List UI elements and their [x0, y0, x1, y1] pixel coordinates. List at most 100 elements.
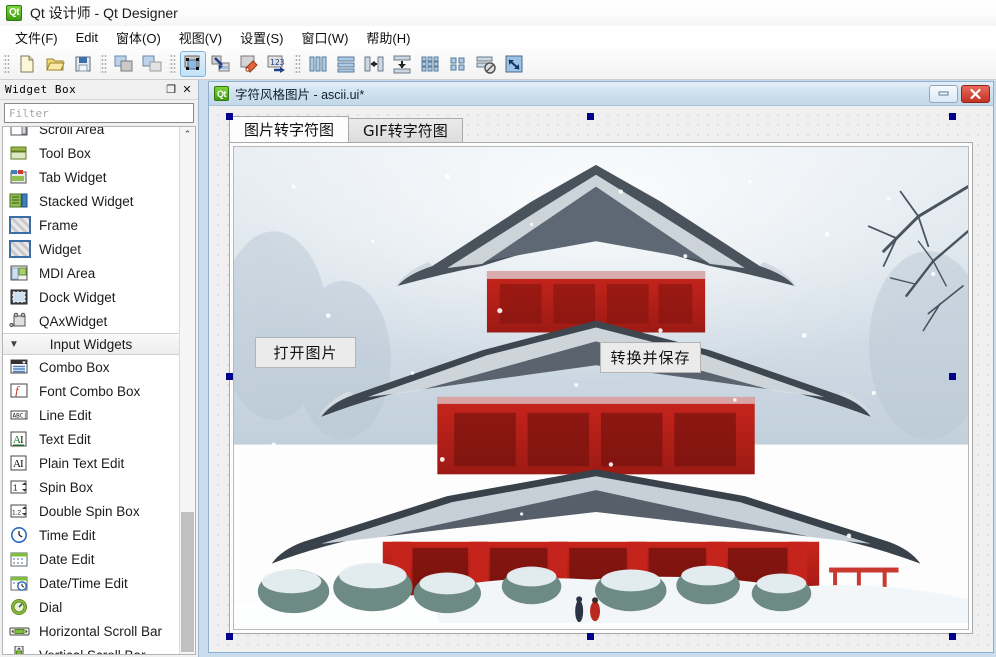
cascade-windows-icon[interactable]	[111, 51, 137, 77]
scrollbar-thumb[interactable]	[181, 512, 194, 652]
menu-settings[interactable]: 设置(S)	[231, 26, 292, 49]
save-file-icon[interactable]	[70, 51, 96, 77]
widget-item-combo-box[interactable]: Combo Box	[3, 355, 179, 379]
widget-item-label: Tab Widget	[39, 169, 107, 185]
widget-item-text-edit[interactable]: A I Text Edit	[3, 427, 179, 451]
open-image-button[interactable]: 打开图片	[255, 337, 356, 368]
widget-item-dial[interactable]: Dial	[3, 595, 179, 619]
widget-item-plain-text-edit[interactable]: A I Plain Text Edit	[3, 451, 179, 475]
widget-item-date-edit[interactable]: Date Edit	[3, 547, 179, 571]
widget-item-scroll-area[interactable]: Scroll Area	[3, 127, 179, 141]
widget-item-stacked-widget[interactable]: Stacked Widget	[3, 189, 179, 213]
convert-and-save-button[interactable]: 转换并保存	[600, 342, 701, 373]
dial-icon	[9, 598, 31, 616]
widget-item-mdi-area[interactable]: MDI Area	[3, 261, 179, 285]
widget-item-vertical-scroll-bar[interactable]: Vertical Scroll Bar	[3, 643, 179, 654]
layout-vertically-icon[interactable]	[333, 51, 359, 77]
text-edit-icon: A I	[9, 430, 31, 448]
menu-edit[interactable]: Edit	[67, 28, 107, 47]
widget-item-horizontal-scroll-bar[interactable]: Horizontal Scroll Bar	[3, 619, 179, 643]
tab-gif-to-ascii[interactable]: GIF转字符图	[348, 118, 463, 142]
plain-text-edit-icon: A I	[9, 454, 31, 472]
toolbar-grip-2[interactable]	[100, 52, 107, 75]
edit-widgets-icon[interactable]	[180, 50, 206, 77]
selection-handle-top-left[interactable]	[226, 113, 233, 120]
widget-item-tool-box[interactable]: Tool Box	[3, 141, 179, 165]
menu-window[interactable]: 窗口(W)	[292, 26, 357, 49]
break-layout-icon[interactable]	[473, 51, 499, 77]
double-spin-box-icon: 1.2	[9, 502, 31, 520]
layout-splitter-horizontal-icon[interactable]	[361, 51, 387, 77]
widget-box-filter-wrap	[0, 100, 198, 126]
tile-windows-icon[interactable]	[139, 51, 165, 77]
tab-image-to-ascii[interactable]: 图片转字符图	[229, 116, 350, 142]
image-preview-label[interactable]: 打开图片 转换并保存	[233, 146, 969, 630]
layout-grid-icon[interactable]	[417, 51, 443, 77]
widget-item-double-spin-box[interactable]: 1.2 Double Spin Box	[3, 499, 179, 523]
svg-text:I: I	[20, 458, 24, 470]
selection-handle-bottom-right[interactable]	[949, 633, 956, 640]
edit-buddies-icon[interactable]	[236, 51, 262, 77]
widget-item-tab-widget[interactable]: Tab Widget	[3, 165, 179, 189]
widget-list[interactable]: Scroll Area Tool Box Tab Widget Stacked …	[2, 126, 196, 655]
undock-icon[interactable]: ❐	[164, 83, 178, 97]
selection-handle-bottom-center[interactable]	[587, 633, 594, 640]
spin-box-icon: 1	[9, 478, 31, 496]
filter-input[interactable]	[4, 103, 194, 123]
menu-file[interactable]: 文件(F)	[6, 26, 67, 49]
open-file-icon[interactable]	[42, 51, 68, 77]
widget-item-label: Double Spin Box	[39, 503, 140, 519]
frame-icon	[9, 216, 31, 234]
widget-section-input-widgets[interactable]: ▼ Input Widgets	[3, 333, 179, 355]
layout-form-icon[interactable]	[445, 51, 471, 77]
adjust-size-icon[interactable]	[501, 51, 527, 77]
widget-item-label: Font Combo Box	[39, 383, 141, 399]
widget-item-line-edit[interactable]: ABC| Line Edit	[3, 403, 179, 427]
form-canvas[interactable]: 图片转字符图 GIF转字符图 打开图片 转换并保存	[209, 106, 993, 652]
dock-widget-icon	[9, 288, 31, 306]
widget-list-scrollbar[interactable]: ⌃	[179, 127, 195, 654]
svg-text:I: I	[20, 434, 24, 446]
menu-view[interactable]: 视图(V)	[170, 26, 231, 49]
toolbar-grip[interactable]	[3, 52, 10, 75]
widget-item-font-combo-box[interactable]: f Font Combo Box	[3, 379, 179, 403]
svg-text:ABC|: ABC|	[13, 413, 27, 420]
widget-item-spin-box[interactable]: 1 Spin Box	[3, 475, 179, 499]
menu-form[interactable]: 窗体(O)	[107, 26, 170, 49]
widget-item-dock-widget[interactable]: Dock Widget	[3, 285, 179, 309]
new-file-icon[interactable]	[14, 51, 40, 77]
qt-logo-icon: Qt	[214, 86, 229, 101]
selection-handle-top-center[interactable]	[587, 113, 594, 120]
scroll-up-icon[interactable]: ⌃	[180, 127, 195, 142]
workspace: Widget Box ❐ ✕ Filter Scroll Area Tool B…	[0, 80, 996, 657]
tab-pane-image-to-ascii: 打开图片 转换并保存	[229, 142, 973, 634]
tab-widget-icon	[9, 168, 31, 186]
form-window-titlebar[interactable]: Qt 字符风格图片 - ascii.ui*	[209, 82, 993, 106]
layout-horizontally-icon[interactable]	[305, 51, 331, 77]
qt-logo-icon: Qt	[6, 5, 22, 21]
selection-handle-middle-left[interactable]	[226, 373, 233, 380]
tool-box-icon	[9, 144, 31, 162]
widget-item-date-time-edit[interactable]: Date/Time Edit	[3, 571, 179, 595]
widget-item-label: Combo Box	[39, 359, 110, 375]
edit-tab-order-icon[interactable]: 123	[264, 51, 290, 77]
toolbar-grip-4[interactable]	[294, 52, 301, 75]
selection-handle-bottom-left[interactable]	[226, 633, 233, 640]
close-icon[interactable]: ✕	[180, 83, 194, 97]
widget-item-time-edit[interactable]: Time Edit	[3, 523, 179, 547]
selection-handle-middle-right[interactable]	[949, 373, 956, 380]
widget-item-qaxwidget[interactable]: QAxWidget	[3, 309, 179, 333]
selection-handle-top-right[interactable]	[949, 113, 956, 120]
widget-item-widget[interactable]: Widget	[3, 237, 179, 261]
toolbar-grip-3[interactable]	[169, 52, 176, 75]
edit-signals-slots-icon[interactable]	[208, 51, 234, 77]
tab-widget[interactable]: 图片转字符图 GIF转字符图 打开图片 转换并保存	[229, 116, 973, 634]
widget-item-frame[interactable]: Frame	[3, 213, 179, 237]
widget-item-label: QAxWidget	[39, 313, 108, 329]
menu-help[interactable]: 帮助(H)	[357, 26, 419, 49]
combo-box-icon	[9, 358, 31, 376]
minimize-button[interactable]	[929, 84, 958, 103]
close-button[interactable]	[961, 84, 990, 103]
form-editor-window: Qt 字符风格图片 - ascii.ui* 图片转字符图 GIF转字符图 打开图…	[208, 81, 994, 653]
layout-splitter-vertical-icon[interactable]	[389, 51, 415, 77]
